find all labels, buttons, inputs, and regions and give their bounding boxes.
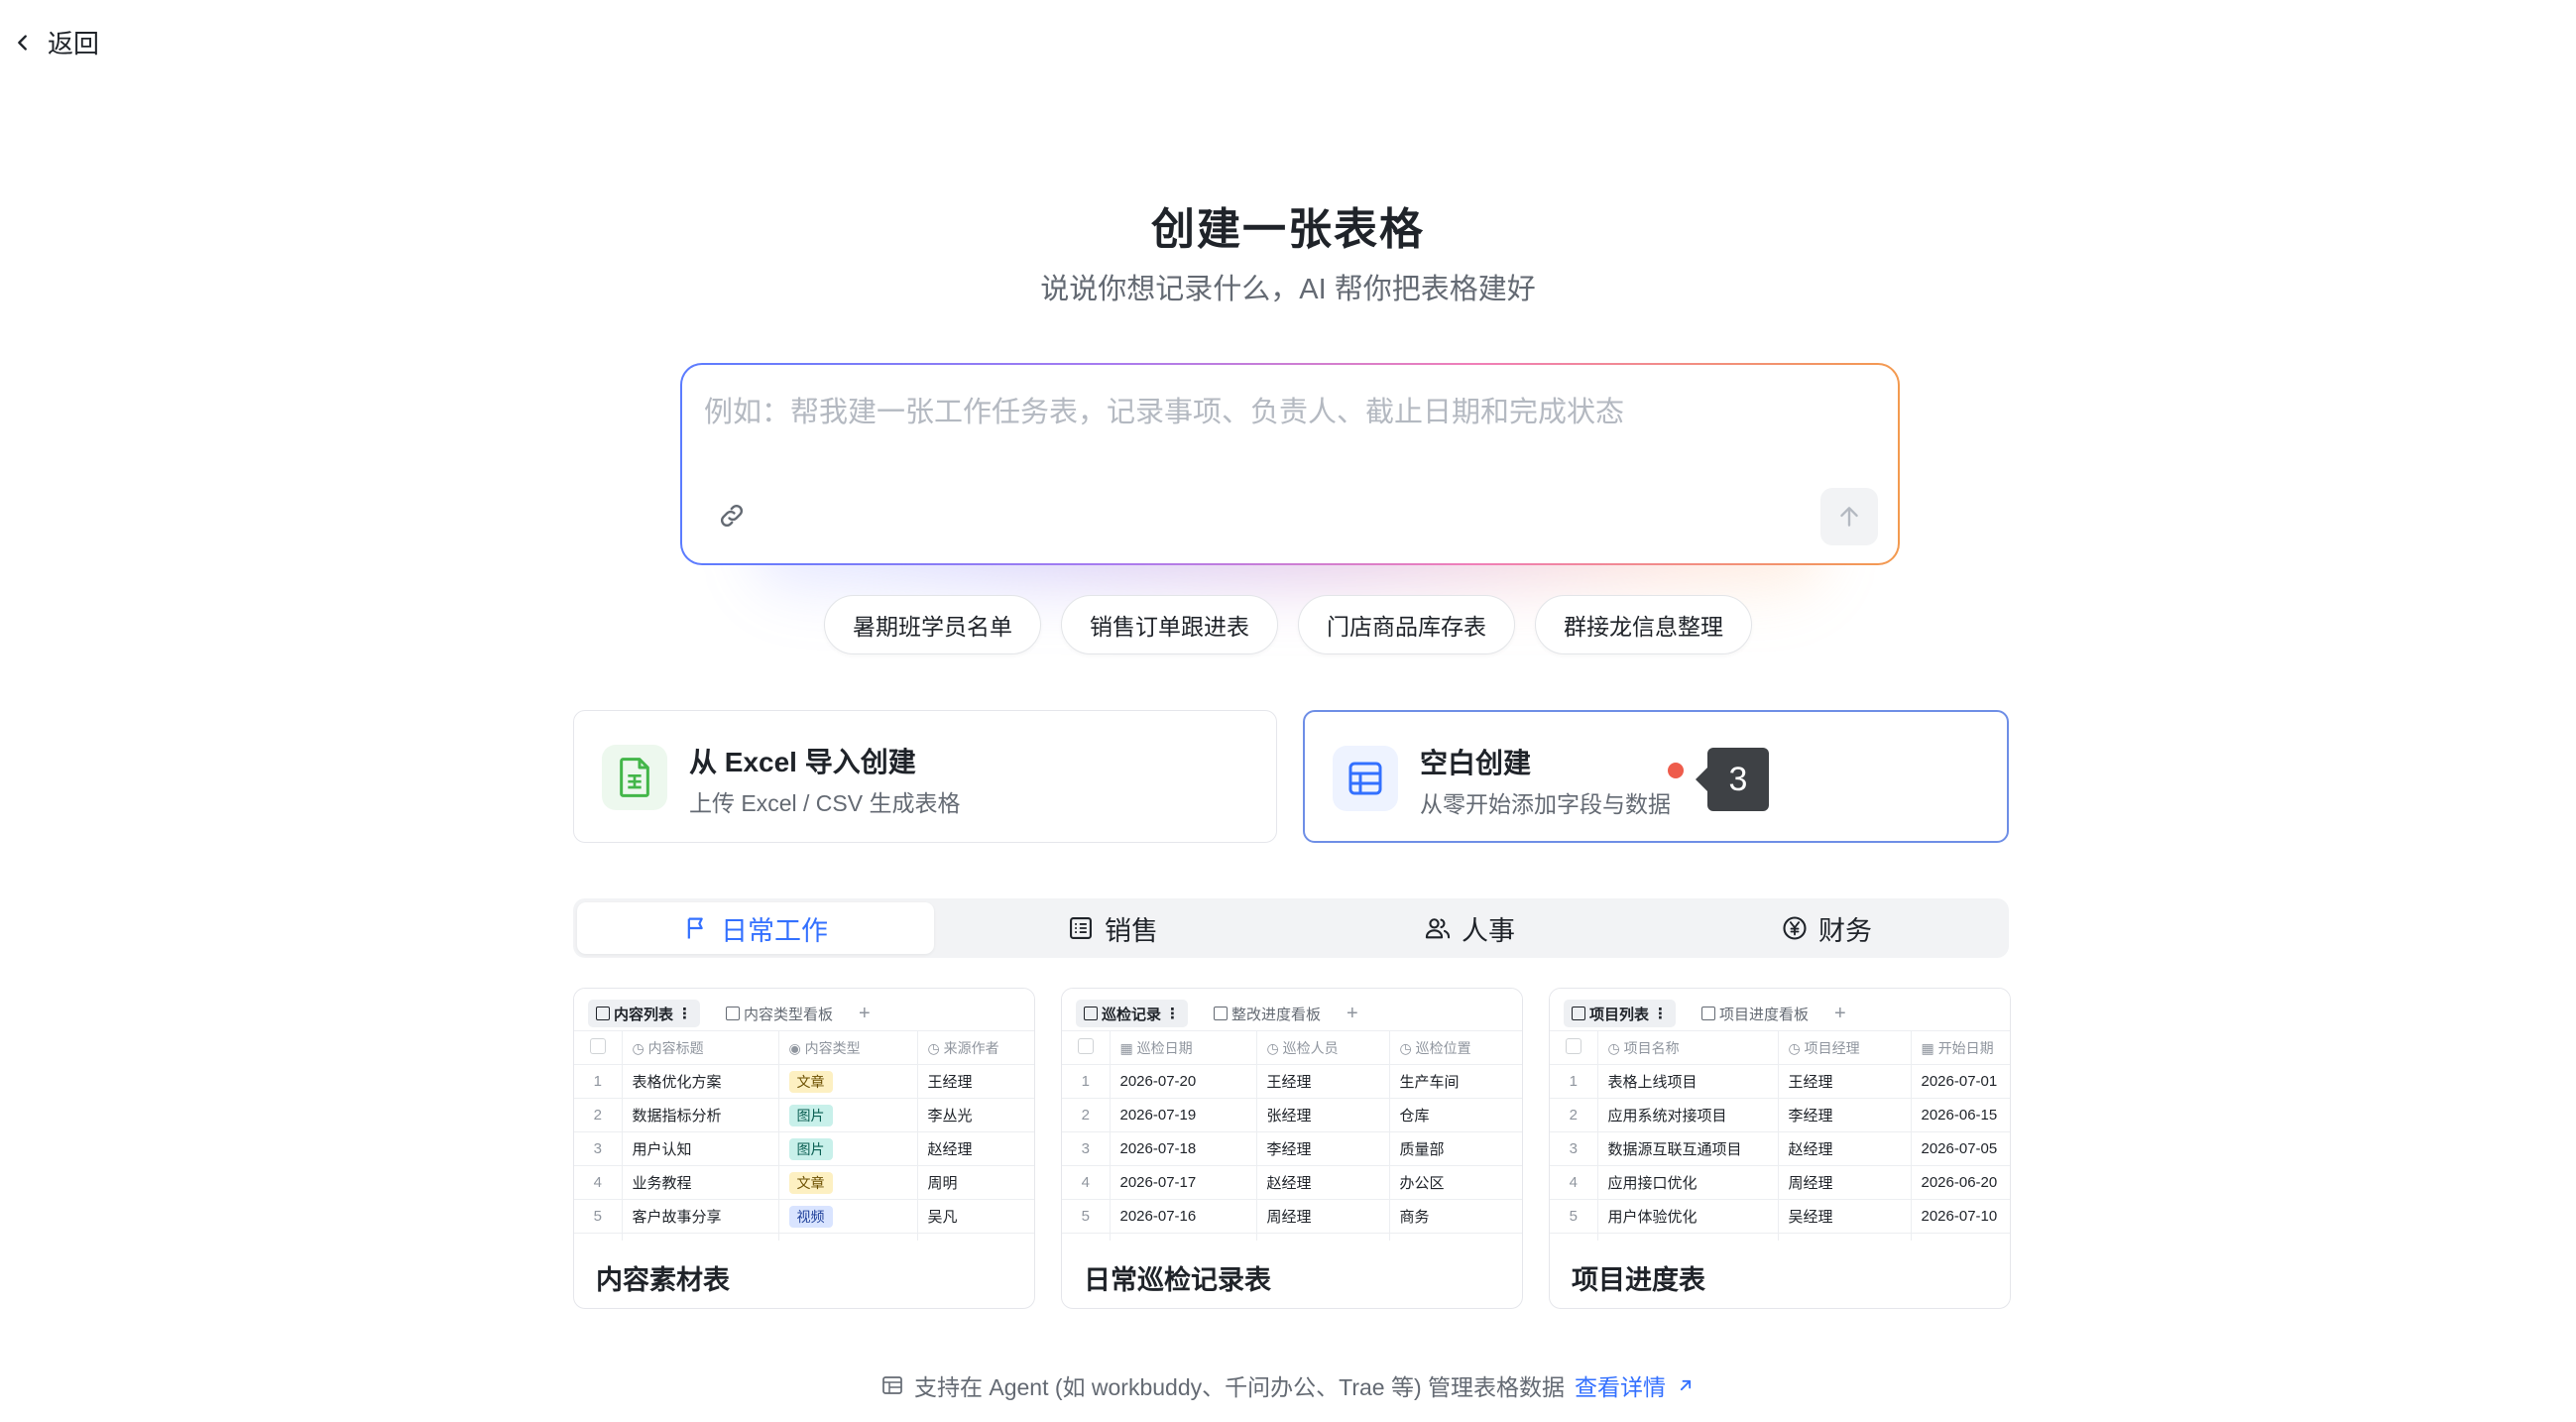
prompt-placeholder[interactable]: 例如：帮我建一张工作任务表，记录事项、负责人、截止日期和完成状态 <box>704 389 1624 430</box>
preview-view-tab: 内容列表 ⋮ <box>588 1000 701 1027</box>
notification-dot <box>1668 763 1684 778</box>
template-name: 日常巡检记录表 <box>1084 1265 1271 1295</box>
table-row: 1 表格优化方案 文章 王经理 <box>574 1064 1034 1099</box>
preview-table: ◷ 内容标题 ◉ 内容类型 ◷ 来源作者 1 表格优化方案 文章 王经理 2 数据指标分析图… <box>574 1030 1034 1241</box>
back-button[interactable]: 返回 <box>12 24 99 60</box>
external-link-icon[interactable] <box>1676 1375 1696 1395</box>
plus-icon: + <box>859 1002 871 1024</box>
suggestion-chips: 暑期班学员名单 销售订单跟进表 门店商品库存表 群接龙信息整理 <box>0 595 2576 654</box>
board-icon <box>1214 1007 1229 1020</box>
tab-label: 人事 <box>1462 915 1515 946</box>
template-preview: 巡检记录 ⋮ 整改进度看板 + ▦ 巡检日期 ◷ 巡检人员 ◷ 巡检位置 1 2026… <box>1062 989 1522 1241</box>
plus-icon: + <box>1834 1002 1846 1024</box>
table-row: 1 2026-07-20 王经理 生产车间 <box>1062 1064 1522 1099</box>
template-card-content[interactable]: 内容列表 ⋮ 内容类型看板 + ◷ 内容标题 ◉ 内容类型 ◷ 来源作者 1 表格优化… <box>573 988 1035 1309</box>
template-name: 项目进度表 <box>1572 1265 1705 1295</box>
attach-link-button[interactable] <box>712 496 752 535</box>
agent-support-footer: 支持在 Agent (如 workbuddy、千问办公、Trae 等) 管理表格… <box>0 1368 2576 1402</box>
grid-icon <box>1084 1007 1098 1020</box>
blank-create-subtitle: 从零开始添加字段与数据 <box>1420 791 1671 817</box>
import-excel-title: 从 Excel 导入创建 <box>689 747 916 777</box>
prompt-input[interactable]: 例如：帮我建一张工作任务表，记录事项、负责人、截止日期和完成状态 <box>680 363 1900 565</box>
tab-daily-work[interactable]: 日常工作 <box>577 902 934 954</box>
footer-text: 支持在 Agent (如 workbuddy、千问办公、Trae 等) 管理表格… <box>913 1374 1566 1400</box>
chevron-left-icon <box>18 34 27 51</box>
template-card-project[interactable]: 项目列表 ⋮ 项目进度看板 + ◷ 项目名称 ◷ 项目经理 ▦ 开始日期 1 表格上线… <box>1549 988 2011 1309</box>
blank-create-option[interactable]: 空白创建 从零开始添加字段与数据 <box>1303 710 2009 843</box>
page-title: 创建一张表格 <box>1151 205 1425 254</box>
people-icon <box>1425 918 1451 939</box>
grid-icon <box>1572 1007 1585 1020</box>
table-row: 5 用户体验优化 吴经理 2026-07-10 <box>1550 1199 2010 1234</box>
yuan-icon <box>1783 916 1807 940</box>
import-excel-option[interactable]: 从 Excel 导入创建 上传 Excel / CSV 生成表格 <box>573 710 1277 843</box>
table-row: 1 表格上线项目 王经理 2026-07-01 <box>1550 1064 2010 1099</box>
suggestion-chip[interactable]: 销售订单跟进表 <box>1061 595 1278 654</box>
link-icon <box>720 504 744 528</box>
preview-table: ▦ 巡检日期 ◷ 巡检人员 ◷ 巡检位置 1 2026-07-20 王经理 生产车间 22… <box>1062 1030 1522 1241</box>
tab-finance[interactable]: 财务 <box>1648 902 2005 954</box>
page-subtitle: 说说你想记录什么，AI 帮你把表格建好 <box>1040 274 1536 305</box>
checkbox-icon <box>1077 1038 1094 1054</box>
blank-create-title: 空白创建 <box>1420 748 1532 778</box>
table-row: 2 应用系统对接项目 李经理 2026-06-15 <box>1550 1098 2010 1132</box>
excel-file-icon <box>602 745 667 810</box>
send-button[interactable] <box>1820 488 1878 545</box>
plus-icon: + <box>1347 1002 1358 1024</box>
preview-table: ◷ 项目名称 ◷ 项目经理 ▦ 开始日期 1 表格上线项目 王经理 2026-07-01 … <box>1550 1030 2010 1241</box>
table-row: 4 2026-07-17 赵经理 办公区 <box>1062 1165 1522 1200</box>
checkbox-icon <box>589 1038 606 1054</box>
preview-view-tab: 内容类型看板 <box>718 1000 841 1027</box>
suggestion-chip[interactable]: 门店商品库存表 <box>1298 595 1515 654</box>
table-grid-icon <box>1333 746 1398 811</box>
back-label: 返回 <box>48 29 100 59</box>
list-icon <box>1070 917 1092 939</box>
table-row: 2 2026-07-19 张经理 仓库 <box>1062 1098 1522 1132</box>
table-row: 4 应用接口优化 周经理 2026-06-20 <box>1550 1165 2010 1200</box>
table-row: 5 2026-07-16 周经理 商务 <box>1062 1199 1522 1234</box>
table-row: 2 数据指标分析 图片 李丛光 <box>574 1098 1034 1132</box>
table-row: 3 数据源互联互通项目 赵经理 2026-07-05 <box>1550 1131 2010 1166</box>
suggestion-chip[interactable]: 群接龙信息整理 <box>1535 595 1752 654</box>
import-excel-subtitle: 上传 Excel / CSV 生成表格 <box>689 790 961 816</box>
table-row: 3 用户认知 图片 赵经理 <box>574 1131 1034 1166</box>
template-name: 内容素材表 <box>596 1265 730 1295</box>
template-preview: 内容列表 ⋮ 内容类型看板 + ◷ 内容标题 ◉ 内容类型 ◷ 来源作者 1 表格优化… <box>574 989 1034 1241</box>
flag-icon <box>687 917 703 939</box>
table-row: 3 2026-07-18 李经理 质量部 <box>1062 1131 1522 1166</box>
tab-label: 财务 <box>1818 915 1872 946</box>
category-tabs: 日常工作 销售 人事 财务 <box>573 898 2009 958</box>
tab-label: 销售 <box>1105 915 1158 946</box>
preview-view-tab: 项目列表 ⋮ <box>1564 1000 1677 1027</box>
table-agent-icon <box>882 1376 902 1394</box>
preview-view-tab: 巡检记录 ⋮ <box>1076 1000 1189 1027</box>
table-row: 5 客户故事分享 视频 吴凡 <box>574 1199 1034 1234</box>
tab-hr[interactable]: 人事 <box>1291 902 1648 954</box>
arrow-up-icon <box>1840 507 1858 527</box>
template-preview: 项目列表 ⋮ 项目进度看板 + ◷ 项目名称 ◷ 项目经理 ▦ 开始日期 1 表格上线… <box>1550 989 2010 1241</box>
grid-icon <box>596 1007 610 1020</box>
board-icon <box>726 1007 741 1020</box>
checkbox-icon <box>1565 1038 1581 1054</box>
view-details-link[interactable]: 查看详情 <box>1575 1368 1666 1402</box>
tab-sales[interactable]: 销售 <box>934 902 1291 954</box>
preview-view-tab: 项目进度看板 <box>1694 1000 1816 1027</box>
step-tooltip: 3 <box>1696 748 1769 811</box>
suggestion-chip[interactable]: 暑期班学员名单 <box>824 595 1041 654</box>
preview-view-tab: 整改进度看板 <box>1206 1000 1329 1027</box>
template-card-inspection[interactable]: 巡检记录 ⋮ 整改进度看板 + ▦ 巡检日期 ◷ 巡检人员 ◷ 巡检位置 1 2026… <box>1061 988 1523 1309</box>
table-row: 4 业务教程 文章 周明 <box>574 1165 1034 1200</box>
board-icon <box>1701 1007 1716 1020</box>
tab-label: 日常工作 <box>721 915 828 946</box>
